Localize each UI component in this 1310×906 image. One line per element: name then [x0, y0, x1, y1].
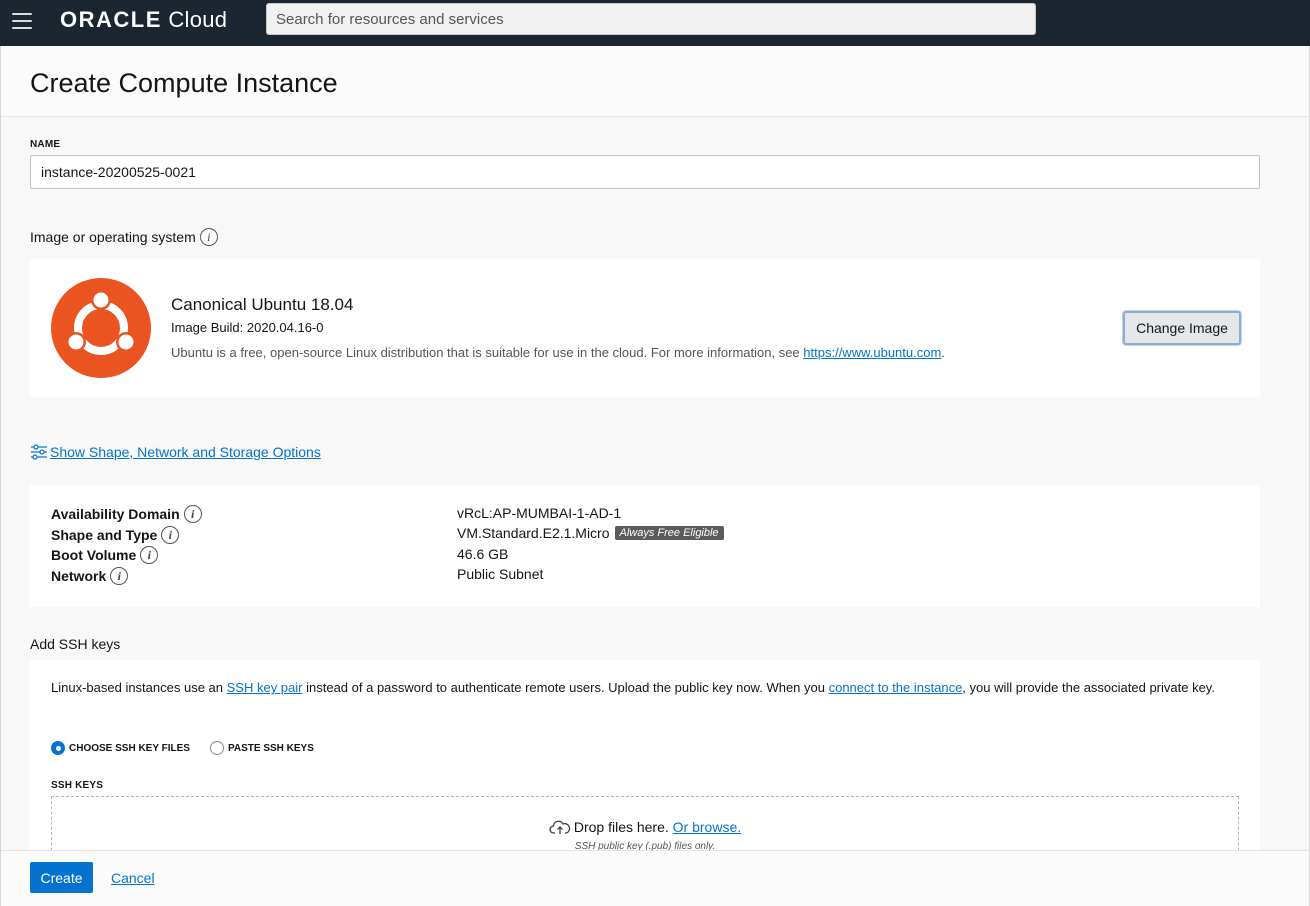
- detail-label-boot-volume: Boot Volume i: [51, 546, 159, 564]
- always-free-badge: Always Free Eligible: [614, 526, 724, 540]
- upload-cloud-icon: [549, 820, 570, 834]
- detail-value-shape: VM.Standard.E2.1.Micro Always Free Eligib…: [457, 525, 724, 541]
- page-content: Create Compute Instance NAME Image or op…: [0, 46, 1310, 906]
- sliders-icon: [31, 444, 47, 460]
- ubuntu-logo-icon: [51, 278, 151, 378]
- info-icon[interactable]: i: [140, 546, 159, 564]
- image-description: Ubuntu is a free, open-source Linux dist…: [171, 345, 945, 360]
- search-input[interactable]: [266, 3, 1036, 35]
- ubuntu-link[interactable]: https://www.ubuntu.com: [803, 345, 941, 360]
- ssh-keys-label: SSH KEYS: [51, 780, 104, 791]
- instance-details-card: Availability Domain i vRcL:AP-MUMBAI-1-AD…: [30, 485, 1260, 607]
- info-icon[interactable]: i: [199, 228, 218, 246]
- detail-label-availability-domain: Availability Domain i: [51, 505, 202, 523]
- connect-instance-link[interactable]: connect to the instance: [829, 680, 963, 695]
- ssh-keys-card: Linux-based instances use an SSH key pai…: [30, 660, 1260, 866]
- image-section-label: Image or operating system i: [30, 228, 218, 246]
- image-card: Canonical Ubuntu 18.04 Image Build: 2020…: [30, 259, 1260, 397]
- radio-unselected[interactable]: [209, 741, 224, 755]
- page-header: Create Compute Instance: [1, 46, 1309, 117]
- ssh-section-label: Add SSH keys: [30, 636, 121, 652]
- radio-selected[interactable]: [51, 741, 65, 755]
- ssh-key-pair-link[interactable]: SSH key pair: [227, 680, 303, 695]
- top-navigation-bar: ORACLE Cloud: [0, 0, 1310, 46]
- detail-value-network: Public Subnet: [457, 566, 544, 582]
- choose-ssh-files-option[interactable]: CHOOSE SSH KEY FILES: [51, 741, 190, 755]
- change-image-button[interactable]: Change Image: [1123, 311, 1241, 345]
- detail-label-network: Network i: [51, 567, 129, 585]
- browse-link[interactable]: Or browse.: [673, 819, 741, 835]
- oracle-cloud-logo[interactable]: ORACLE Cloud: [60, 7, 227, 33]
- detail-value-availability-domain: vRcL:AP-MUMBAI-1-AD-1: [457, 505, 622, 521]
- ssh-description: Linux-based instances use an SSH key pai…: [51, 680, 1215, 695]
- page-title: Create Compute Instance: [30, 68, 338, 98]
- info-icon[interactable]: i: [161, 526, 180, 544]
- detail-value-boot-volume: 46.6 GB: [457, 546, 509, 562]
- info-icon[interactable]: i: [183, 505, 202, 523]
- detail-label-shape: Shape and Type i: [51, 526, 180, 544]
- name-label: NAME: [30, 139, 61, 150]
- image-build: Image Build: 2020.04.16-0: [171, 320, 324, 335]
- create-button[interactable]: Create: [30, 862, 93, 893]
- show-options-link[interactable]: Show Shape, Network and Storage Options: [30, 443, 321, 461]
- name-input[interactable]: [30, 155, 1260, 189]
- info-icon[interactable]: i: [110, 567, 129, 585]
- action-footer: Create Cancel: [1, 850, 1309, 906]
- cancel-link[interactable]: Cancel: [111, 870, 155, 886]
- ssh-option-group: CHOOSE SSH KEY FILES PASTE SSH KEYS: [51, 741, 334, 755]
- image-name: Canonical Ubuntu 18.04: [171, 295, 354, 314]
- menu-icon[interactable]: [12, 13, 32, 29]
- paste-ssh-keys-option[interactable]: PASTE SSH KEYS: [209, 741, 314, 755]
